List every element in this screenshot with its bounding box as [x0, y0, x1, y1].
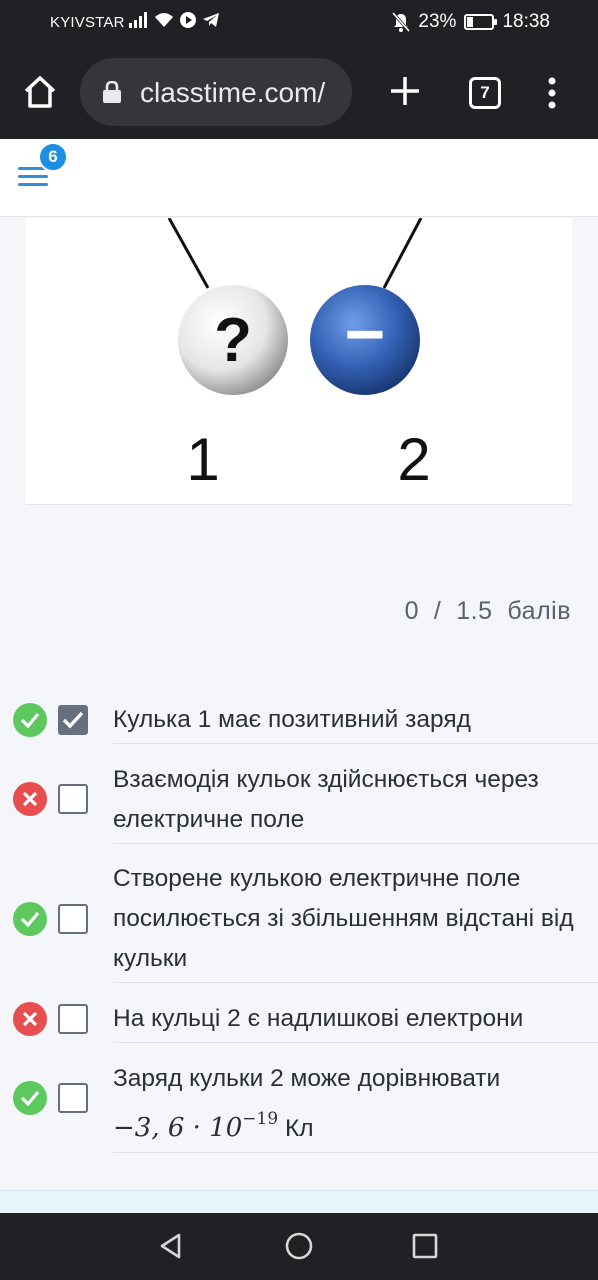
system-navigation-bar [0, 1213, 598, 1280]
answer-text: Створене кулькою електричне поле посилює… [113, 859, 598, 983]
score-unit: балів [507, 597, 571, 625]
address-bar[interactable]: classtime.com/ [80, 58, 352, 126]
status-icons [128, 12, 220, 28]
new-tab-icon[interactable] [388, 74, 422, 108]
app-header: 6 [0, 139, 598, 217]
formula-unit: Кл [284, 1115, 314, 1142]
battery-percent: 23% [418, 11, 457, 32]
bottom-panel [0, 1190, 598, 1214]
formula-exponent: −19 [242, 1109, 279, 1129]
thread-2 [382, 218, 423, 289]
answer-text-main: Заряд кульки 2 може дорівнювати [113, 1065, 501, 1092]
status-right: 23% 18:38 [392, 11, 550, 33]
score-earned: 0 [404, 597, 419, 625]
answer-text: На кульці 2 є надлишкові електрони [113, 999, 598, 1043]
back-icon[interactable] [157, 1232, 185, 1260]
correct-icon [13, 703, 47, 737]
status-bar: KYIVSTAR 23% 18:38 [0, 0, 598, 46]
answer-text: Кулька 1 має позитивний заряд [113, 700, 598, 744]
battery-icon [464, 14, 498, 30]
wrong-icon [13, 1002, 47, 1036]
mute-icon [392, 12, 411, 32]
answer-text: Заряд кульки 2 може дорівнювати −3, 6 · … [113, 1059, 598, 1153]
answer-text: Взаємодія кульок здійснюється через елек… [113, 760, 598, 844]
formula: −3, 6 · 10−19 [113, 1109, 278, 1143]
ball-1-label: 1 [186, 426, 219, 493]
formula-base: −3, 6 · 10 [113, 1113, 243, 1143]
wrong-icon [13, 782, 47, 816]
answer-checkbox[interactable] [58, 904, 88, 934]
hamburger-menu-icon[interactable] [18, 167, 48, 189]
play-icon [180, 12, 196, 28]
ball-2-label: 2 [397, 426, 430, 493]
more-menu-icon[interactable] [540, 76, 564, 110]
charged-balls-illustration: ? − 1 2 [167, 218, 431, 493]
menu-badge: 6 [38, 142, 68, 172]
recent-apps-icon[interactable] [412, 1233, 438, 1259]
answer-checkbox[interactable] [58, 784, 88, 814]
url-text: classtime.com/ [140, 77, 326, 108]
answer-checkbox[interactable] [58, 1004, 88, 1034]
home-icon[interactable] [22, 74, 58, 110]
home-nav-icon[interactable] [285, 1232, 313, 1260]
tab-switcher-button[interactable]: 7 [469, 77, 501, 109]
ball-2-symbol: − [345, 295, 386, 373]
question-image: ? − 1 2 [26, 218, 572, 505]
score: 0 / 1.5 балів [405, 597, 571, 626]
answer-checkbox[interactable] [58, 705, 88, 735]
answer-checkbox[interactable] [58, 1083, 88, 1113]
lock-icon [103, 81, 121, 103]
carrier-name: KYIVSTAR [50, 14, 125, 31]
thread-1 [167, 218, 210, 289]
telegram-icon [203, 13, 219, 27]
browser-toolbar: classtime.com/ 7 [0, 46, 598, 139]
clock: 18:38 [502, 11, 550, 32]
score-separator: / [433, 597, 442, 625]
correct-icon [13, 1081, 47, 1115]
signal-icon [129, 12, 147, 28]
correct-icon [13, 902, 47, 936]
wifi-icon [155, 13, 173, 27]
ball-1-symbol: ? [214, 306, 252, 375]
score-total: 1.5 [456, 597, 493, 625]
